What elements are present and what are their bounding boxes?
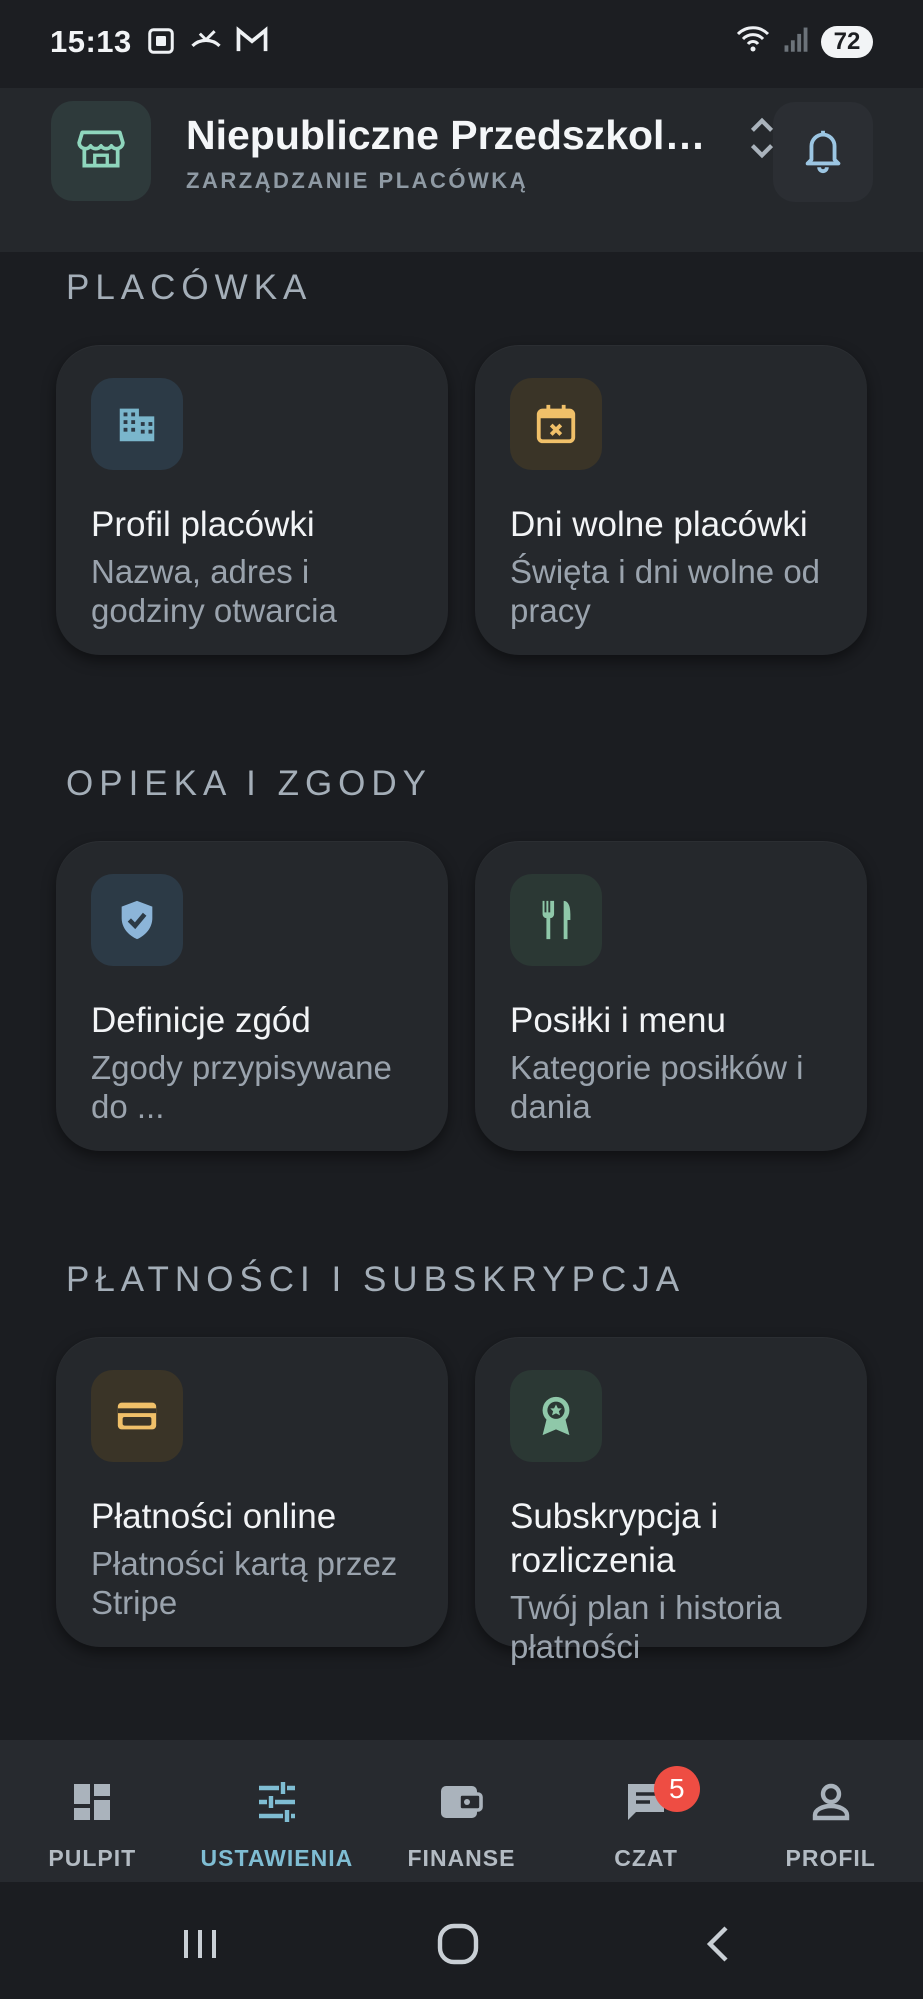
status-bar: 15:13 72 — [0, 0, 923, 88]
app-header: Niepubliczne Przedszkole "... ZARZĄDZANI… — [0, 88, 923, 252]
header-subtitle: ZARZĄDZANIE PLACÓWKĄ — [186, 168, 529, 193]
card-consent-definitions[interactable]: Definicje zgód Zgody przypisywane do ... — [56, 841, 448, 1151]
nav-label: USTAWIENIA — [200, 1845, 354, 1871]
fork-knife-icon — [510, 874, 602, 966]
signal-icon — [783, 25, 809, 58]
card-description: Kategorie posiłków i dania — [510, 1049, 804, 1125]
card-description: Zgody przypisywane do ... — [91, 1049, 392, 1125]
card-title: Dni wolne placówki — [510, 505, 808, 544]
nav-item-czat[interactable]: 5 CZAT — [554, 1740, 739, 1882]
card-facility-holidays[interactable]: Dni wolne placówki Święta i dni wolne od… — [475, 345, 867, 655]
card-title: Subskrypcja i rozliczenia — [510, 1497, 719, 1580]
system-navigation-bar — [0, 1882, 923, 1999]
facility-logo — [51, 101, 151, 201]
card-title: Płatności online — [91, 1497, 337, 1536]
card-title: Definicje zgód — [91, 1001, 311, 1040]
unread-badge: 5 — [653, 1766, 700, 1812]
section-title-platnosci: PŁATNOŚCI I SUBSKRYPCJA — [66, 1260, 686, 1299]
card-subscription-billing[interactable]: Subskrypcja i rozliczenia Twój plan i hi… — [475, 1337, 867, 1665]
nav-label: CZAT — [614, 1845, 678, 1871]
card-title: Posiłki i menu — [510, 1001, 726, 1040]
back-icon[interactable] — [688, 1914, 748, 1974]
shield-check-icon — [91, 874, 183, 966]
card-online-payments[interactable]: Płatności online Płatności kartą przez S… — [56, 1337, 448, 1647]
section-title-placowka: PLACÓWKA — [66, 268, 313, 307]
card-title: Profil placówki — [91, 505, 315, 544]
nav-item-profil[interactable]: PROFIL — [738, 1740, 923, 1882]
nav-label: PULPIT — [48, 1845, 137, 1871]
nav-label: PROFIL — [785, 1845, 876, 1871]
dashboard-icon — [68, 1778, 116, 1831]
bottom-navigation: PULPIT USTAWIENIA FINANSE 5 CZAT PROFIL — [0, 1740, 923, 1882]
card-facility-profile[interactable]: Profil placówki Nazwa, adres i godziny o… — [56, 345, 448, 655]
wifi-icon — [735, 24, 771, 59]
system-icons: 72 — [735, 24, 873, 59]
tune-icon — [253, 1778, 301, 1831]
nav-label: FINANSE — [407, 1845, 516, 1871]
gmail-icon — [236, 26, 268, 61]
battery-level: 72 — [821, 25, 873, 58]
home-icon[interactable] — [428, 1914, 488, 1974]
bell-icon — [799, 125, 847, 180]
facility-name[interactable]: Niepubliczne Przedszkole "... — [186, 112, 726, 159]
status-time: 15:13 — [50, 24, 132, 59]
nav-item-ustawienia[interactable]: USTAWIENIA — [185, 1740, 370, 1882]
screenshot-icon — [146, 26, 176, 61]
notifications-button[interactable] — [773, 102, 873, 202]
person-icon — [807, 1778, 855, 1831]
notification-icons — [146, 26, 268, 61]
card-description: Płatności kartą przez Stripe — [91, 1545, 398, 1621]
missed-call-icon — [190, 26, 222, 61]
nav-item-finanse[interactable]: FINANSE — [369, 1740, 554, 1882]
recents-icon[interactable] — [170, 1914, 230, 1974]
nav-item-pulpit[interactable]: PULPIT — [0, 1740, 185, 1882]
storefront-icon — [76, 124, 126, 179]
card-description: Nazwa, adres i godziny otwarcia — [91, 553, 337, 629]
card-description: Twój plan i historia płatności — [510, 1589, 782, 1665]
credit-card-icon — [91, 1370, 183, 1462]
calendar-x-icon — [510, 378, 602, 470]
section-title-opieka: OPIEKA I ZGODY — [66, 764, 433, 803]
wallet-icon — [437, 1778, 485, 1831]
card-meals-menu[interactable]: Posiłki i menu Kategorie posiłków i dani… — [475, 841, 867, 1151]
building-icon — [91, 378, 183, 470]
award-icon — [510, 1370, 602, 1462]
card-description: Święta i dni wolne od pracy — [510, 553, 821, 629]
